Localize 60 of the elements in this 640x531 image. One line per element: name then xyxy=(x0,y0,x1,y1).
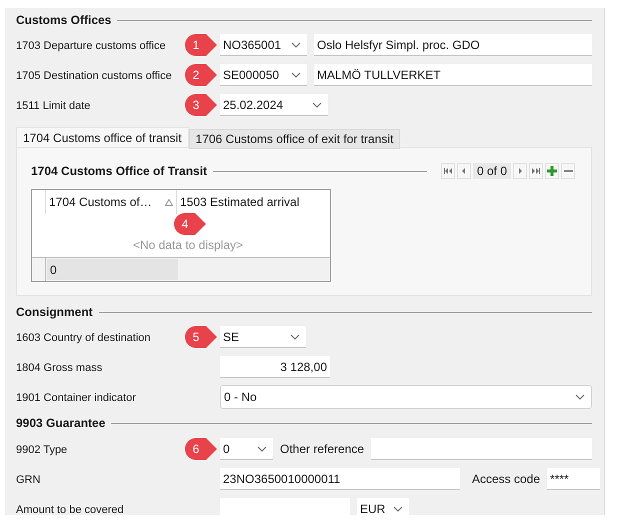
field-label: GRN xyxy=(16,474,40,486)
chevron-down-icon xyxy=(291,72,301,78)
field-label: 1901 Container indicator xyxy=(16,392,136,404)
text-field[interactable] xyxy=(371,438,592,460)
field-label: Amount to be covered xyxy=(16,504,124,515)
dropdown[interactable]: SE000050 xyxy=(220,64,307,86)
field-label: 1603 Country of destination xyxy=(16,332,151,344)
text-field[interactable]: Oslo Helsfyr Simpl. proc. GDO xyxy=(314,34,592,56)
dropdown[interactable]: NO365001 xyxy=(220,34,307,56)
minus-icon xyxy=(564,170,572,172)
field-label: 1703 Departure customs office xyxy=(16,40,166,52)
chevron-down-icon xyxy=(393,506,403,512)
empty-message: <No data to display> xyxy=(132,236,244,254)
next-icon xyxy=(518,168,522,174)
panel-heading: 1704 Customs Office of Transit xyxy=(31,163,208,180)
previous-icon xyxy=(462,168,466,174)
text-field[interactable]: 23NO3650010000011 xyxy=(220,468,460,490)
field-label: 1705 Destination customs office xyxy=(16,70,172,82)
dropdown[interactable]: 0 - No xyxy=(220,385,592,409)
footer-cell: 0 xyxy=(47,259,178,280)
number-field[interactable]: 3 128,00 xyxy=(220,356,330,378)
password-field[interactable]: **** xyxy=(547,468,600,490)
last-page-icon xyxy=(532,168,540,174)
tab[interactable]: 1706 Customs office of exit for transit xyxy=(188,129,400,149)
remove-button[interactable] xyxy=(561,163,575,179)
date-picker[interactable]: 25.02.2024 xyxy=(220,94,328,116)
chevron-down-icon xyxy=(257,446,267,452)
callout-marker: 4 xyxy=(174,213,206,235)
dropdown[interactable]: EUR xyxy=(357,498,409,515)
chevron-down-icon xyxy=(312,102,322,108)
plus-icon xyxy=(547,166,557,176)
first-page-icon xyxy=(444,168,452,174)
field-label: 9902 Type xyxy=(16,444,68,456)
text-field[interactable]: MALMÖ TULLVERKET xyxy=(314,64,592,86)
field-label: Access code xyxy=(472,471,540,488)
column-header[interactable]: 1503 Estimated arrival xyxy=(177,190,330,214)
field-label: 1804 Gross mass xyxy=(16,362,102,374)
chevron-down-icon xyxy=(291,42,301,48)
field-label: Other reference xyxy=(280,441,364,458)
section-heading: Consignment xyxy=(16,304,93,321)
dropdown[interactable]: SE xyxy=(220,326,306,348)
callout-marker: 3 xyxy=(185,94,217,116)
first-page-button[interactable] xyxy=(440,163,455,179)
field-label: 1511 Limit date xyxy=(16,100,90,112)
callout-marker: 6 xyxy=(185,438,217,460)
last-page-button[interactable] xyxy=(529,163,543,179)
previous-page-button[interactable] xyxy=(456,163,471,179)
tab[interactable]: 1704 Customs office of transit xyxy=(16,127,189,147)
chevron-down-icon xyxy=(290,334,300,340)
callout-marker: 1 xyxy=(185,34,217,56)
chevron-down-icon xyxy=(575,394,585,400)
column-header[interactable]: 1704 Customs of… xyxy=(46,190,177,214)
dropdown[interactable]: 0 xyxy=(220,438,273,460)
add-button[interactable] xyxy=(545,163,559,179)
page-counter: 0 of 0 xyxy=(472,163,511,179)
callout-marker: 5 xyxy=(185,326,217,348)
callout-marker: 2 xyxy=(185,64,217,86)
section-heading: Customs Offices xyxy=(16,12,112,29)
next-page-button[interactable] xyxy=(513,163,527,179)
section-heading: 9903 Guarantee xyxy=(16,415,106,432)
